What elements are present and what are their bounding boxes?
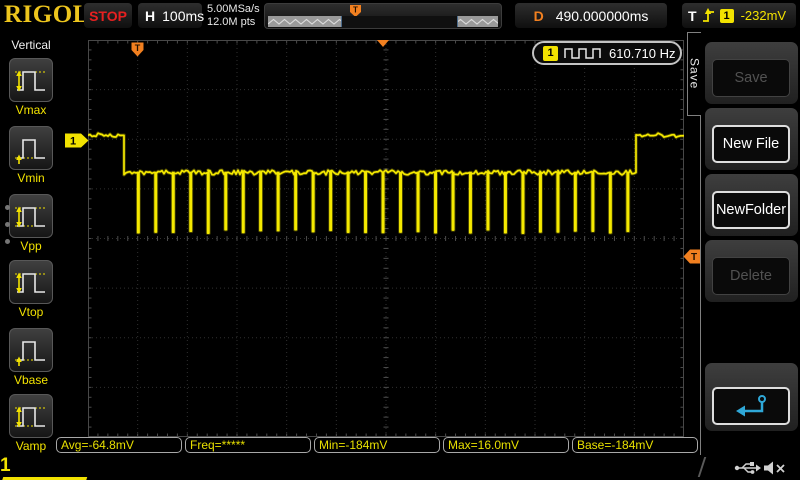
measurement-bar: Avg=-64.8mVFreq=*****Min=-184mVMax=16.0m… xyxy=(56,437,698,453)
channel1-level-marker[interactable]: 1 xyxy=(65,133,89,148)
run-state-indicator[interactable]: STOP xyxy=(84,3,132,28)
return-arrow-icon xyxy=(734,393,768,419)
delay-value: 490.000000ms xyxy=(556,8,649,24)
horizontal-label: H xyxy=(145,8,155,24)
memory-bar xyxy=(268,16,498,27)
view-window[interactable] xyxy=(341,16,458,27)
menu-slot xyxy=(705,363,798,431)
right-menu: Save SaveNew FileNewFolderDelete xyxy=(700,32,800,455)
trigger-time-marker-icon[interactable] xyxy=(377,40,389,47)
delay-readout[interactable]: D 490.000000ms xyxy=(515,3,667,28)
oscilloscope-screen: RIGOL STOP H 100ms 5.00MSa/s 12.0M pts T… xyxy=(0,0,800,480)
sidebar-item-vmin[interactable]: Vmin xyxy=(0,126,62,185)
timebase-value: 100ms xyxy=(162,8,204,24)
menu-tab-label: Save xyxy=(688,58,702,89)
page-indicator-dots xyxy=(5,205,10,256)
trigger-position-marker[interactable]: T xyxy=(131,42,144,57)
sidebar-item-vmax[interactable]: Vmax xyxy=(0,58,62,117)
measurement-1: Avg=-64.8mV xyxy=(56,437,182,453)
menu-button-return[interactable] xyxy=(712,387,790,425)
sidebar-item-vbase[interactable]: Vbase xyxy=(0,328,62,387)
sidebar-item-label: Vamp xyxy=(0,439,62,453)
menu-button-newfolder[interactable]: NewFolder xyxy=(712,191,790,229)
menu-slot: New File xyxy=(705,108,798,170)
trigger-label: T xyxy=(688,8,697,24)
measurement-5: Base=-184mV xyxy=(572,437,698,453)
sidebar-item-label: Vtop xyxy=(0,305,62,319)
counter-source-badge: 1 xyxy=(543,46,558,61)
measurement-3: Min=-184mV xyxy=(314,437,440,453)
svg-text:T: T xyxy=(691,252,697,263)
menu-slot: NewFolder xyxy=(705,174,798,236)
measurement-2: Freq=***** xyxy=(185,437,311,453)
trigger-readout[interactable]: T 1 -232mV xyxy=(682,3,796,28)
vtop-icon xyxy=(9,260,53,304)
left-menu: Vertical VmaxVminVppVtopVbaseVamp xyxy=(0,32,63,437)
waveform-overview-strip[interactable]: T xyxy=(264,3,502,29)
acquisition-info: 5.00MSa/s 12.0M pts xyxy=(207,3,260,29)
trigger-source-badge: 1 xyxy=(720,9,734,23)
speaker-muted-icon[interactable] xyxy=(763,460,787,476)
sidebar-item-vtop[interactable]: Vtop xyxy=(0,260,62,319)
sidebar-item-vamp[interactable]: Vamp xyxy=(0,394,62,453)
delay-label: D xyxy=(534,8,544,24)
sidebar-item-label: Vbase xyxy=(0,373,62,387)
svg-text:T: T xyxy=(353,6,358,15)
sample-rate: 5.00MSa/s xyxy=(207,3,260,16)
left-menu-title: Vertical xyxy=(0,32,62,52)
channel-status-bar: 1100mV21.00 V31.00 V450.0mV xyxy=(0,455,800,480)
trigger-level-marker[interactable]: T xyxy=(683,249,701,264)
menu-button-save[interactable]: Save xyxy=(712,59,790,97)
graticule-and-waveform xyxy=(88,40,684,437)
rising-edge-icon xyxy=(702,7,715,24)
channel-1-number[interactable]: 1 xyxy=(0,455,11,476)
separator xyxy=(698,457,706,477)
usb-icon xyxy=(734,461,762,475)
svg-text:T: T xyxy=(135,43,141,53)
memory-depth: 12.0M pts xyxy=(207,16,260,29)
svg-text:1: 1 xyxy=(70,136,76,148)
measurement-4: Max=16.0mV xyxy=(443,437,569,453)
display-area: T 1 610.710 Hz 1 T xyxy=(62,32,700,455)
menu-button-new-file[interactable]: New File xyxy=(712,125,790,163)
counter-value: 610.710 Hz xyxy=(609,46,676,61)
top-status-bar: RIGOL STOP H 100ms 5.00MSa/s 12.0M pts T… xyxy=(0,0,800,32)
vpp-icon xyxy=(9,194,53,238)
sidebar-item-label: Vmin xyxy=(0,171,62,185)
vmin-icon xyxy=(9,126,53,170)
horizontal-timebase-readout[interactable]: H 100ms xyxy=(138,3,202,28)
trigger-level-value: -232mV xyxy=(741,8,787,23)
menu-slot: Delete xyxy=(705,240,798,302)
menu-tab-save: Save xyxy=(687,32,701,116)
brand-logo: RIGOL xyxy=(4,1,90,29)
vmax-icon xyxy=(9,58,53,102)
vamp-icon xyxy=(9,394,53,438)
menu-slot: Save xyxy=(705,42,798,104)
sidebar-item-label: Vmax xyxy=(0,103,62,117)
frequency-counter: 1 610.710 Hz xyxy=(532,41,682,65)
square-wave-icon xyxy=(564,46,602,61)
menu-button-delete[interactable]: Delete xyxy=(712,257,790,295)
vbase-icon xyxy=(9,328,53,372)
